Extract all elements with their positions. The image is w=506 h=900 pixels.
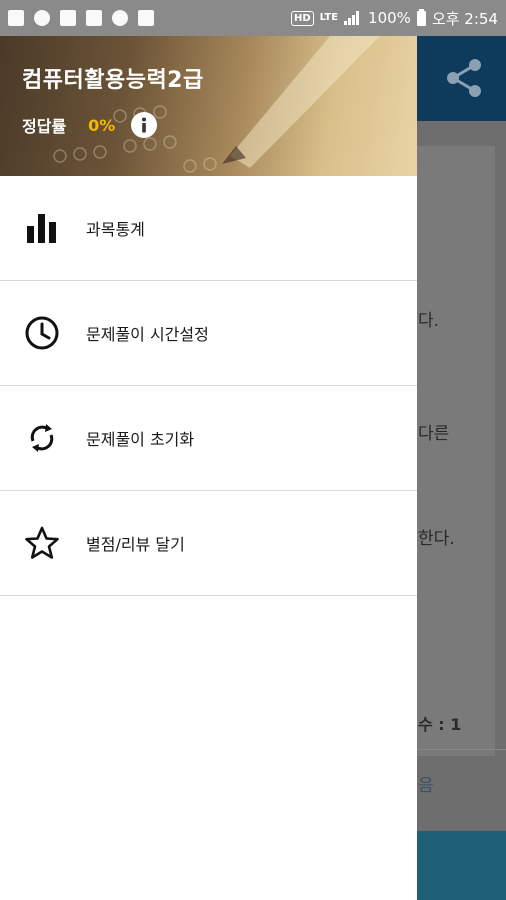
battery-icon [416, 8, 426, 26]
menu-item-time-setting[interactable]: 문제풀이 시간설정 [0, 281, 417, 386]
save-icon [138, 10, 154, 26]
menu-item-label: 문제풀이 시간설정 [86, 325, 209, 344]
star-icon [22, 523, 62, 563]
drawer-header: 컴퓨터활용능력2급 정답률 0% [0, 36, 417, 176]
share-icon[interactable] [444, 56, 484, 100]
message-icon [8, 10, 24, 26]
status-bar: HD LTE 100% 오후 2:54 [0, 0, 506, 36]
navigation-drawer: 컴퓨터활용능력2급 정답률 0% 과목통계 문제풀이 시간설정 문제풀이 초기화… [0, 36, 417, 900]
menu-item-label: 과목통계 [86, 220, 145, 239]
next-button-fragment[interactable]: 음 [418, 771, 434, 796]
keyhole-icon [34, 10, 50, 26]
clock-icon [22, 313, 62, 353]
missed-call-icon [112, 10, 128, 26]
question-card [417, 146, 495, 756]
count-fragment: 수 : 1 [418, 715, 462, 734]
network-type: LTE [319, 12, 339, 23]
hd-voice-indicator: HD [291, 10, 314, 26]
refresh-icon [22, 418, 62, 458]
menu-item-reset[interactable]: 문제풀이 초기화 [0, 386, 417, 491]
notification-icons [8, 10, 154, 26]
accuracy-label: 정답률 [22, 117, 67, 136]
menu-item-rate-review[interactable]: 별점/리뷰 달기 [0, 491, 417, 596]
menu-item-label: 별점/리뷰 달기 [86, 535, 185, 554]
accuracy-row: 정답률 0% [22, 112, 158, 138]
battery-percent: 100% [368, 9, 411, 27]
app-title: 컴퓨터활용능력2급 [22, 68, 204, 93]
question-text-fragment: 한다. [418, 529, 455, 549]
signal-icon [344, 11, 362, 25]
divider [417, 749, 506, 750]
system-indicators: HD LTE 100% 오후 2:54 [291, 8, 498, 29]
menu-item-label: 문제풀이 초기화 [86, 430, 195, 449]
answer-sheet-pencil-image [53, 36, 380, 173]
clock-time: 오후 2:54 [431, 9, 498, 28]
question-text-fragment: 다른 [418, 424, 450, 444]
bar-chart-icon [22, 208, 62, 248]
info-icon[interactable] [131, 112, 158, 138]
question-text-fragment: 다. [418, 311, 440, 331]
news-icon [86, 10, 102, 26]
menu-item-subject-stats[interactable]: 과목통계 [0, 176, 417, 281]
accuracy-value: 0% [88, 115, 116, 135]
image-icon [60, 10, 76, 26]
